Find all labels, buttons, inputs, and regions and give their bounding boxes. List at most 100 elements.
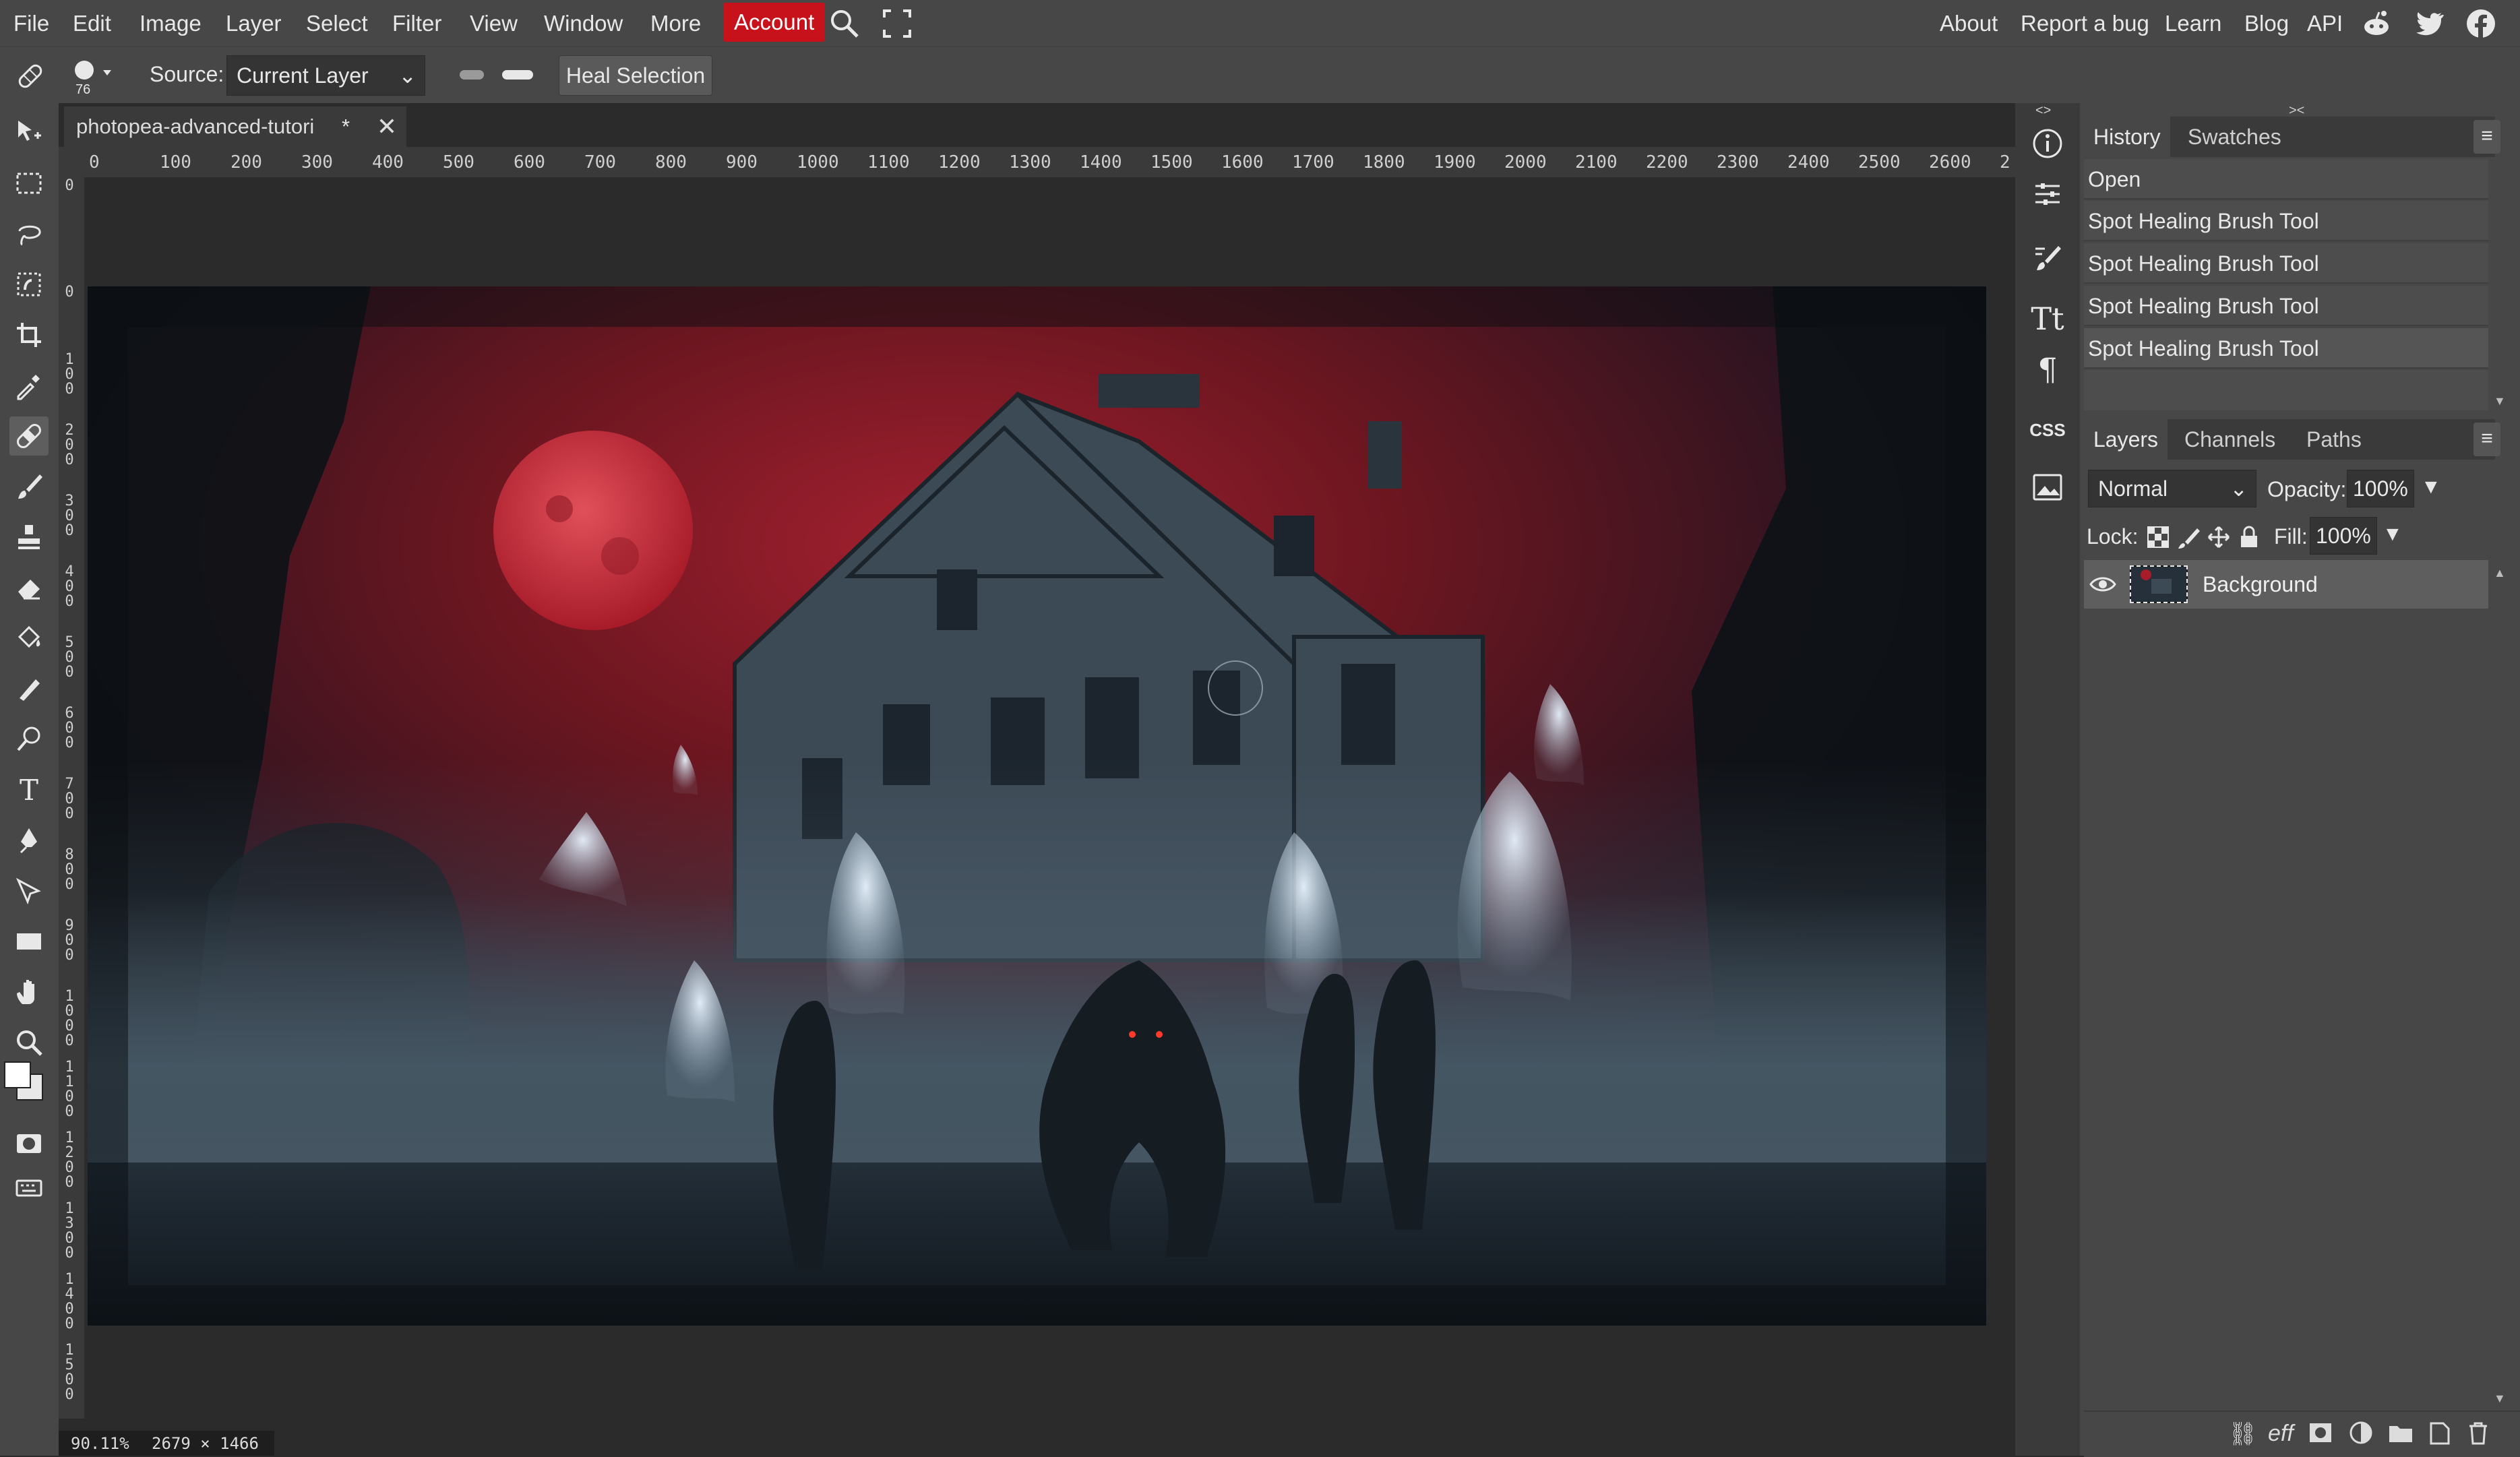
adjustments-icon[interactable] [2027,174,2068,214]
scroll-down-arrow-icon[interactable]: ▼ [2494,394,2506,408]
opacity-dropdown-arrow-icon[interactable]: ▼ [2421,476,2441,499]
history-item[interactable]: Spot Healing Brush Tool [2084,243,2488,284]
ruler-tick: 800 [655,152,687,173]
history-panel-menu-icon[interactable]: ≡ [2473,120,2500,154]
search-icon[interactable] [828,7,861,40]
history-item[interactable]: Spot Healing Brush Tool [2084,201,2488,241]
opacity-input[interactable]: 100% [2347,470,2414,507]
history-item[interactable]: Open [2084,159,2488,199]
ruler-horizontal[interactable]: 0 100 200 300 400 500 600 700 800 900 10… [59,147,2015,177]
hard-brush-tip-icon[interactable] [501,67,534,82]
tab-history[interactable]: History [2084,117,2170,157]
hand-tool-icon[interactable] [9,972,49,1012]
menu-layer[interactable]: Layer [226,0,282,46]
close-icon[interactable]: ✕ [377,106,397,147]
layer-thumbnail[interactable] [2130,565,2188,603]
report-bug-link[interactable]: Report a bug [2021,0,2149,46]
lock-all-icon[interactable] [2238,526,2261,549]
eraser-tool-icon[interactable] [9,568,49,607]
api-link[interactable]: API [2307,0,2343,46]
delete-layer-trash-icon[interactable] [2467,1421,2490,1445]
marquee-tool-icon[interactable] [9,164,49,203]
info-icon[interactable] [2027,123,2068,164]
dodge-tool-icon[interactable] [9,720,49,759]
learn-link[interactable]: Learn [2165,0,2221,46]
zoom-level[interactable]: 90.11% [71,1434,129,1453]
character-icon[interactable]: Tt [2027,299,2068,339]
ruler-vertical[interactable]: 0 0 100 200 300 400 500 600 700 800 900 … [59,177,84,1419]
css-icon[interactable]: CSS [2027,410,2068,450]
tab-layers[interactable]: Layers [2084,419,2168,460]
blend-mode-select[interactable]: Normal ⌄ [2088,470,2256,507]
lock-pixels-icon[interactable] [2177,526,2200,549]
menu-select[interactable]: Select [306,0,368,46]
layer-row[interactable]: Background [2084,560,2488,609]
reddit-icon[interactable] [2361,8,2392,39]
fullscreen-icon[interactable] [882,8,913,39]
tab-channels[interactable]: Channels [2175,419,2285,460]
layer-effects-icon[interactable]: eff [2268,1421,2294,1447]
collapse-toggle-left[interactable]: <> [2035,103,2051,119]
blog-link[interactable]: Blog [2244,0,2289,46]
eyedropper-tool-icon[interactable] [9,366,49,405]
pen-tool-icon[interactable] [9,821,49,860]
new-layer-icon[interactable] [2428,1421,2451,1445]
fill-input[interactable]: 100% [2310,517,2377,555]
type-tool-icon[interactable]: T [9,770,49,809]
tab-swatches[interactable]: Swatches [2178,117,2291,157]
fill-dropdown-arrow-icon[interactable]: ▼ [2383,523,2403,546]
lasso-tool-icon[interactable] [9,214,49,253]
spot-healing-brush-tool-icon[interactable] [9,416,49,456]
canvas-image[interactable] [88,286,1986,1326]
path-selection-tool-icon[interactable] [9,871,49,910]
smudge-tool-icon[interactable] [9,669,49,708]
foreground-color-swatch[interactable] [4,1061,31,1088]
keyboard-icon[interactable] [9,1168,49,1207]
ruler-tick: 500 [443,152,474,173]
menu-edit[interactable]: Edit [73,0,111,46]
menu-more[interactable]: More [650,0,701,46]
lock-position-icon[interactable] [2207,526,2230,549]
layer-name[interactable]: Background [2203,560,2318,609]
about-link[interactable]: About [1940,0,1998,46]
menu-image[interactable]: Image [140,0,202,46]
quick-selection-tool-icon[interactable] [9,265,49,304]
image-icon[interactable] [2027,467,2068,507]
paint-bucket-tool-icon[interactable] [9,619,49,658]
lock-transparency-icon[interactable] [2147,526,2170,549]
menu-view[interactable]: View [470,0,518,46]
heal-selection-button[interactable]: Heal Selection [559,55,712,96]
facebook-icon[interactable] [2465,8,2496,39]
menu-window[interactable]: Window [544,0,623,46]
tab-paths[interactable]: Paths [2297,419,2371,460]
new-group-folder-icon[interactable] [2388,1422,2414,1444]
rectangle-tool-icon[interactable] [9,922,49,961]
scroll-up-arrow-icon[interactable]: ▲ [2494,566,2506,580]
soft-brush-tip-icon[interactable] [458,67,485,82]
crop-tool-icon[interactable] [9,315,49,354]
account-button[interactable]: Account [723,3,826,42]
menu-filter[interactable]: Filter [392,0,441,46]
quick-mask-icon[interactable] [9,1124,49,1163]
scroll-down-arrow-icon[interactable]: ▼ [2494,1392,2506,1406]
history-item-current[interactable]: Spot Healing Brush Tool [2084,328,2488,369]
source-select[interactable]: Current Layer ⌄ [226,55,425,96]
menu-file[interactable]: File [13,0,49,46]
layers-panel-menu-icon[interactable]: ≡ [2473,423,2500,456]
history-item[interactable]: Spot Healing Brush Tool [2084,286,2488,326]
brush-settings-icon[interactable] [2027,238,2068,278]
document-tab[interactable]: photopea-advanced-tutori * ✕ [64,106,406,149]
ruler-tick: 1500 [1150,152,1193,173]
clone-stamp-tool-icon[interactable] [9,518,49,557]
paragraph-icon[interactable]: ¶ [2027,349,2068,390]
eye-visibility-icon[interactable] [2089,574,2116,595]
adjustment-layer-icon[interactable] [2349,1421,2373,1445]
move-tool-icon[interactable] [9,113,49,152]
twitter-icon[interactable] [2414,8,2445,39]
zoom-tool-icon[interactable] [9,1023,49,1062]
link-layers-icon[interactable]: ⛓ [2228,1421,2257,1448]
layer-mask-icon[interactable] [2308,1422,2333,1444]
brush-tool-icon[interactable] [9,467,49,506]
healing-bandage-icon[interactable] [15,61,46,92]
color-swatches[interactable] [3,1060,47,1107]
